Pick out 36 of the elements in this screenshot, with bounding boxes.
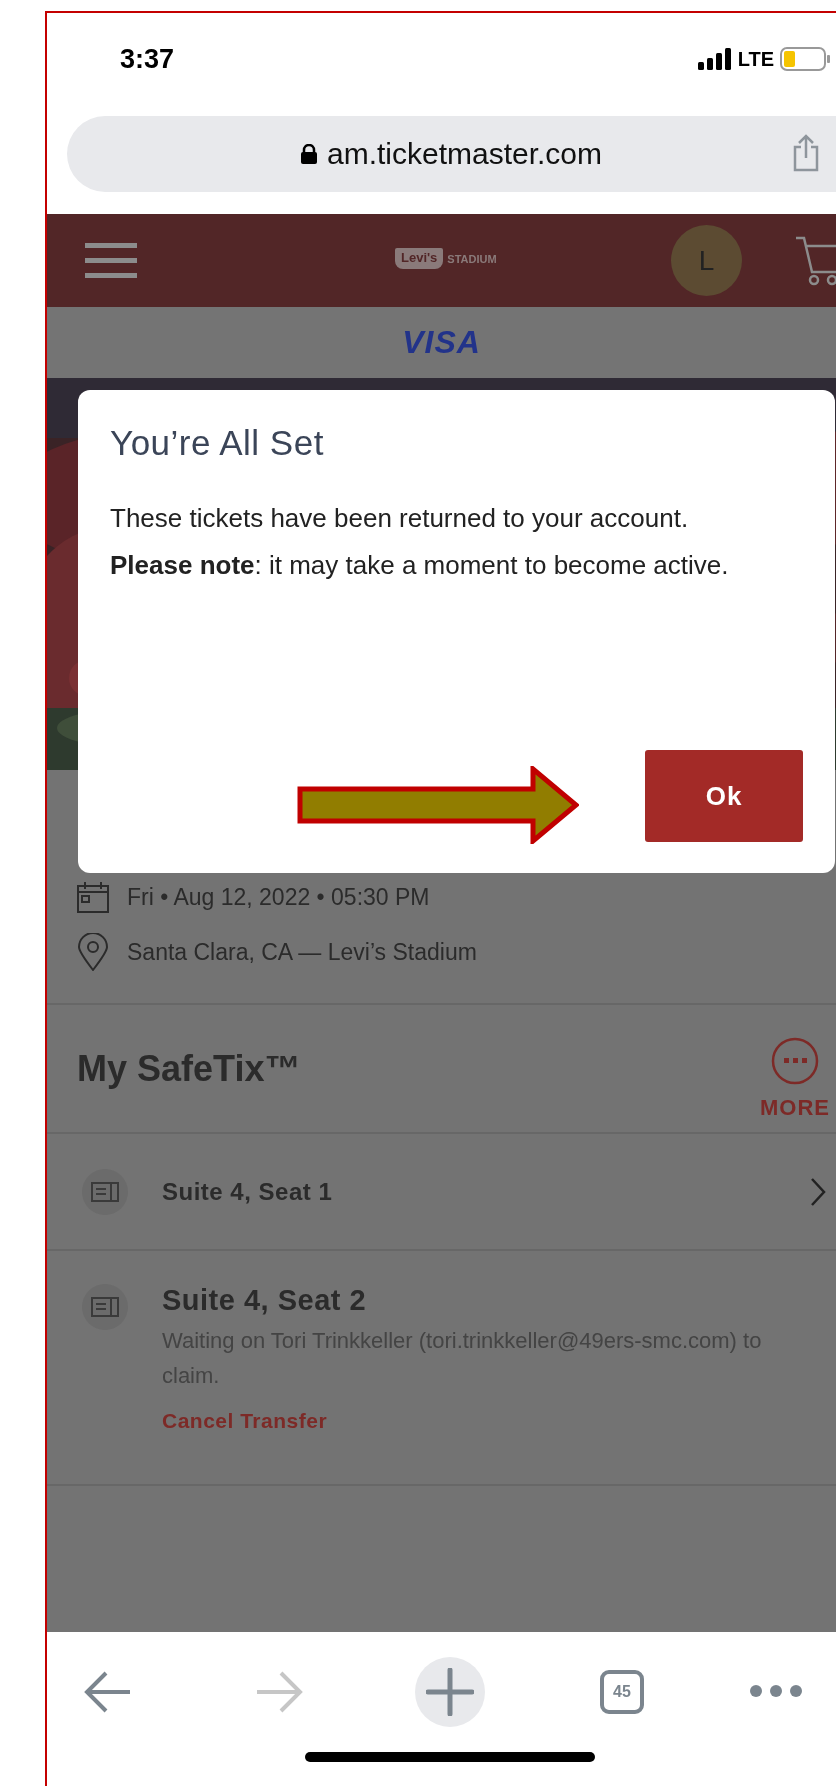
more-button[interactable]: MORE [760, 1036, 830, 1121]
location-pin-icon [77, 933, 109, 971]
more-icon [771, 1036, 819, 1085]
cancel-transfer-link[interactable]: Cancel Transfer [162, 1409, 328, 1433]
address-bar[interactable]: am.ticketmaster.com [67, 116, 836, 192]
more-options-icon[interactable] [750, 1684, 802, 1698]
status-time: 3:37 [120, 43, 175, 75]
avatar[interactable]: L [671, 225, 742, 296]
plus-icon [426, 1668, 474, 1716]
sponsor-logo: VISA [402, 324, 481, 361]
tab-count-button[interactable]: 45 [600, 1670, 644, 1714]
ticket-label: Suite 4, Seat 2 [162, 1284, 368, 1317]
url-text: am.ticketmaster.com [326, 137, 603, 171]
calendar-icon [77, 881, 109, 913]
event-date: Fri • Aug 12, 2022 • 05:30 PM [127, 883, 430, 911]
ticket-icon [82, 1284, 128, 1330]
chevron-icon [810, 1176, 826, 1207]
ticket-row[interactable]: Suite 4, Seat 1 [47, 1134, 836, 1249]
dialog-note: Please note: it may take a moment to become active. [110, 549, 730, 582]
ticket-label: Suite 4, Seat 1 [162, 1177, 334, 1206]
ok-button[interactable]: Ok [645, 750, 803, 842]
dialog-title: You’re All Set [110, 423, 325, 463]
network-label: LTE [737, 47, 774, 71]
back-icon[interactable] [84, 1670, 132, 1714]
logo-text: STADIUM [447, 252, 497, 265]
signal-icon [697, 48, 732, 70]
battery-icon [780, 47, 830, 71]
ticket-icon [82, 1168, 128, 1215]
share-icon[interactable] [792, 134, 820, 172]
menu-icon[interactable] [85, 242, 137, 279]
dialog-message: These tickets have been returned to your account. [110, 502, 690, 535]
logo-brand: Levi's [395, 248, 444, 269]
section-title: My SafeTix™ [77, 1047, 301, 1090]
cart-icon[interactable] [796, 236, 836, 286]
event-venue: Santa Clara, CA — Levi’s Stadium [127, 938, 477, 966]
lock-icon [300, 144, 317, 164]
